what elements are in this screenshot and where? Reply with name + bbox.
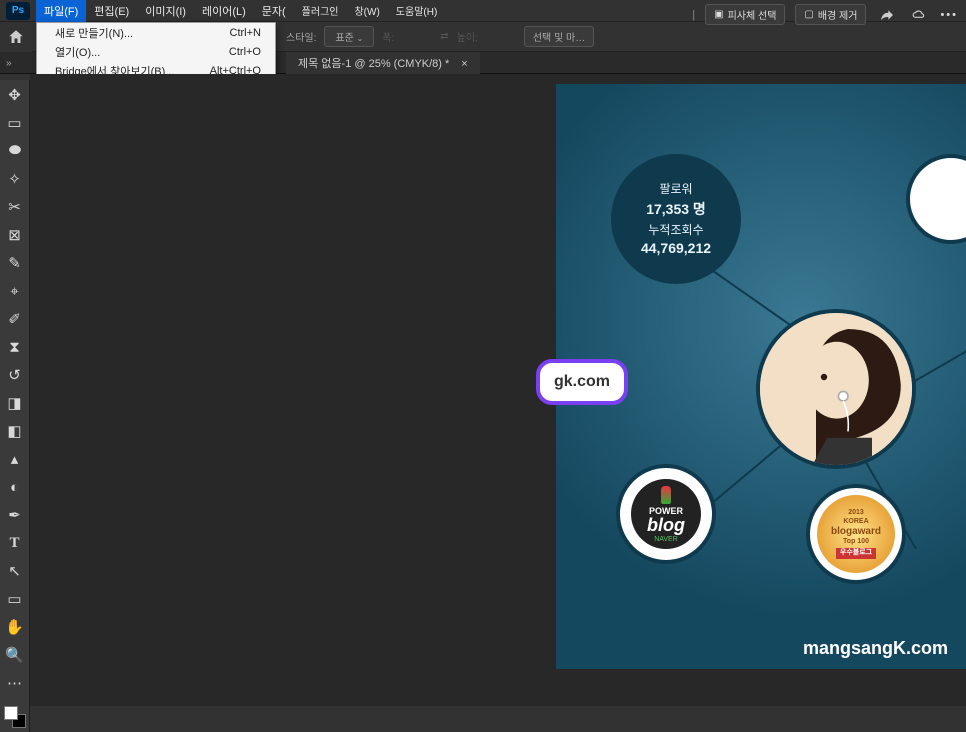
- award-year: 2013: [848, 509, 864, 517]
- select-and-mask-button[interactable]: 선택 및 마…: [524, 26, 594, 47]
- powerblog-line1: POWER: [649, 506, 683, 516]
- url-box: gk.com: [536, 359, 628, 405]
- hand-tool-icon[interactable]: ✋: [3, 616, 27, 638]
- small-circle-1: [906, 154, 966, 244]
- file-new[interactable]: 새로 만들기(N)...Ctrl+N: [37, 23, 275, 42]
- path-tool-icon[interactable]: ↖: [3, 560, 27, 582]
- marquee-tool-icon[interactable]: ▭: [3, 112, 27, 134]
- powerblog-inner: POWER blog NAVER: [631, 479, 701, 549]
- zoom-tool-icon[interactable]: 🔍: [3, 644, 27, 666]
- gradient-tool-icon[interactable]: ◧: [3, 420, 27, 442]
- select-subject-label: 피사체 선택: [728, 7, 777, 22]
- history-brush-tool-icon[interactable]: ↺: [3, 364, 27, 386]
- close-tab-icon[interactable]: ×: [461, 58, 467, 70]
- canvas-area: 팔로워 17,353 명 누적조회수 44,769,212 gk.com POW…: [30, 74, 966, 706]
- panel-collapse-icon[interactable]: »: [6, 58, 12, 69]
- stats-circle: 팔로워 17,353 명 누적조회수 44,769,212: [611, 154, 741, 284]
- stamp-tool-icon[interactable]: ⧗: [3, 336, 27, 358]
- blur-tool-icon[interactable]: ▴: [3, 448, 27, 470]
- watermark: mangsangK.com: [803, 638, 948, 659]
- app-logo[interactable]: Ps: [6, 2, 30, 20]
- crop-tool-icon[interactable]: ✂: [3, 196, 27, 218]
- document-tab[interactable]: 제목 없음-1 @ 25% (CMYK/8) * ×: [286, 52, 480, 74]
- move-tool-icon[interactable]: ✥: [3, 84, 27, 106]
- lasso-tool-icon[interactable]: [3, 140, 27, 162]
- powerblog-badge: POWER blog NAVER: [616, 464, 716, 564]
- award-inner: 2013 KOREA blogaward Top 100 우수블로그: [817, 495, 895, 573]
- award-line1: KOREA: [843, 518, 868, 526]
- avatar-circle: [756, 309, 916, 469]
- remove-bg-label: 배경 제거: [818, 7, 858, 22]
- award-ribbon: 우수블로그: [836, 548, 876, 558]
- views-value: 44,769,212: [641, 240, 711, 256]
- award-badge: 2013 KOREA blogaward Top 100 우수블로그: [806, 484, 906, 584]
- menu-type[interactable]: 문자(: [254, 0, 294, 23]
- color-swatch[interactable]: [4, 706, 26, 728]
- eyedropper-tool-icon[interactable]: ✎: [3, 252, 27, 274]
- person-icon: ▣: [714, 9, 723, 20]
- followers-value: 17,353 명: [646, 199, 706, 219]
- menubar: Ps 파일(F) 편집(E) 이미지(I) 레이어(L) 문자( 플러그인 창(…: [0, 0, 966, 22]
- document-tab-title: 제목 없음-1 @ 25% (CMYK/8) *: [298, 58, 449, 70]
- frame-tool-icon[interactable]: ⊠: [3, 224, 27, 246]
- heal-tool-icon[interactable]: ⌖: [3, 280, 27, 302]
- style-select[interactable]: 표준 ⌄: [324, 26, 374, 47]
- menu-layer[interactable]: 레이어(L): [194, 0, 254, 23]
- style-label: 스타일:: [286, 29, 316, 44]
- dodge-tool-icon[interactable]: ◐: [3, 476, 27, 498]
- menu-edit[interactable]: 편집(E): [86, 0, 137, 23]
- toolbox: ✥ ▭ ✧ ✂ ⊠ ✎ ⌖ ✐ ⧗ ↺ ◨ ◧ ▴ ◐ ✒ T ↖ ▭ ✋ 🔍 …: [0, 80, 30, 732]
- bg-icon: ▢: [804, 9, 813, 20]
- followers-label: 팔로워: [659, 180, 692, 197]
- shape-tool-icon[interactable]: ▭: [3, 588, 27, 610]
- chevron-down-icon: ⌄: [357, 34, 364, 43]
- remove-bg-button[interactable]: ▢ 배경 제거: [795, 4, 866, 25]
- menu-plugin[interactable]: 플러그인: [294, 0, 347, 22]
- award-line2: blogaward: [831, 526, 881, 538]
- menu-file[interactable]: 파일(F): [36, 0, 86, 23]
- artboard[interactable]: 팔로워 17,353 명 누적조회수 44,769,212 gk.com POW…: [556, 84, 966, 669]
- topright-cluster: | ▣피사체 선택 ▢배경 제거 •••: [692, 4, 958, 25]
- cloud-status-icon[interactable]: [908, 6, 930, 24]
- home-icon[interactable]: [7, 28, 25, 46]
- menu-window[interactable]: 창(W): [346, 0, 387, 22]
- more-icon[interactable]: •••: [940, 9, 958, 21]
- powerblog-line2: blog: [647, 516, 685, 534]
- views-label: 누적조회수: [648, 221, 703, 238]
- pen-tool-icon[interactable]: ✒: [3, 504, 27, 526]
- select-subject-button[interactable]: ▣ 피사체 선택: [705, 4, 785, 25]
- url-text: gk.com: [554, 373, 610, 390]
- app-logo-text: Ps: [12, 5, 24, 16]
- share-icon[interactable]: [876, 6, 898, 24]
- type-tool-icon[interactable]: T: [3, 532, 27, 554]
- menu-help[interactable]: 도움말(H): [388, 0, 445, 22]
- wand-tool-icon[interactable]: ✧: [3, 168, 27, 190]
- edit-toolbar-icon[interactable]: ⋯: [3, 672, 27, 694]
- menu-image[interactable]: 이미지(I): [137, 0, 194, 23]
- file-open[interactable]: 열기(O)...Ctrl+O: [37, 42, 275, 61]
- powerblog-line3: NAVER: [654, 536, 678, 543]
- home-strip: [0, 22, 32, 52]
- eraser-tool-icon[interactable]: ◨: [3, 392, 27, 414]
- award-line3: Top 100: [843, 538, 869, 546]
- brush-tool-icon[interactable]: ✐: [3, 308, 27, 330]
